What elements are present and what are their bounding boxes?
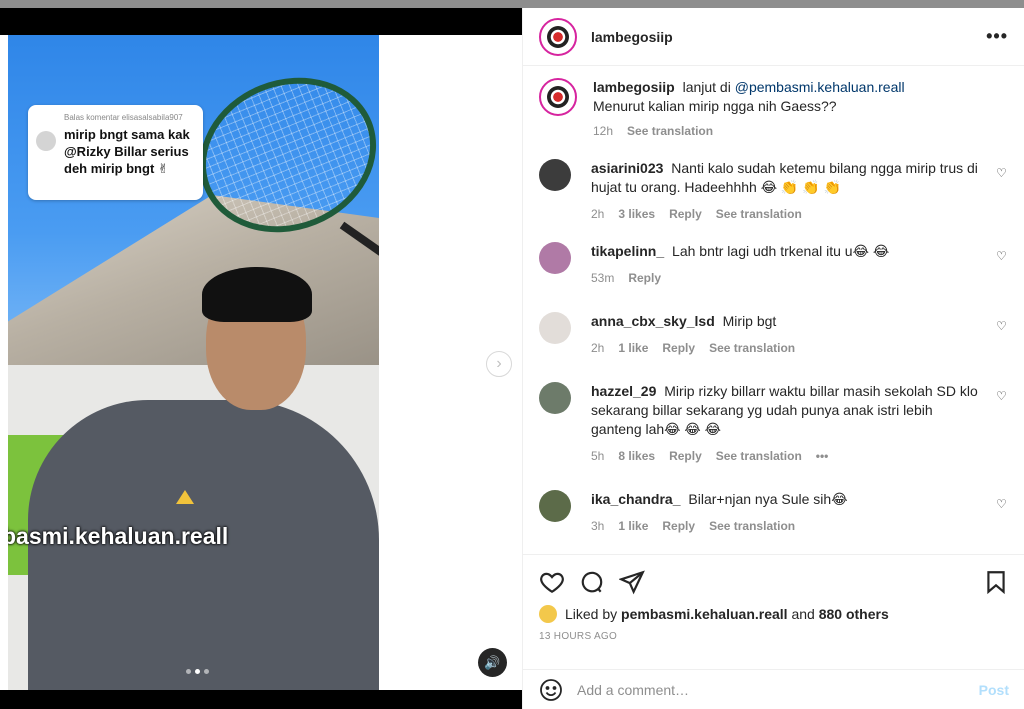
reply-button[interactable]: Reply [662, 339, 695, 358]
comment-item: anna_cbx_sky_lsd Mirip bgt 2h 1 like Rep… [539, 312, 1008, 358]
add-comment-bar: Post [523, 669, 1024, 709]
caption-username[interactable]: lambegosiip [593, 79, 675, 95]
comment-time: 2h [591, 207, 605, 221]
comments-list: lambegosiip lanjut di @pembasmi.kehaluan… [523, 66, 1024, 550]
comment-item: tikapelinn_ Lah bntr lagi udh trkenal it… [539, 242, 1008, 288]
next-media-button[interactable]: › [486, 351, 512, 377]
post-header: lambegosiip ••• [523, 8, 1024, 66]
like-comment-heart-icon[interactable]: ♡ [996, 320, 1008, 332]
post-timestamp: 13 HOURS AGO [539, 631, 618, 642]
like-comment-heart-icon[interactable]: ♡ [996, 498, 1008, 510]
comment-text: Bilar+njan nya Sule sih😂 [688, 491, 848, 507]
commenter-avatar[interactable] [539, 242, 571, 274]
translate-link[interactable]: See translation [716, 205, 802, 224]
comment-time: 53m [591, 271, 615, 285]
caption-translate-link[interactable]: See translation [627, 122, 713, 141]
reply-button[interactable]: Reply [669, 447, 702, 466]
comment-more-icon[interactable]: ••• [816, 447, 829, 466]
comment-time: 3h [591, 519, 605, 533]
comment-bubble-icon[interactable] [579, 569, 605, 595]
carousel-dot-active [195, 669, 200, 674]
comment-text: Mirip bgt [722, 313, 777, 329]
caption-text-2: Menurut kalian mirip ngga nih Gaess?? [593, 98, 837, 114]
add-comment-input[interactable] [577, 681, 979, 698]
comment-likes-link[interactable]: 1 like [618, 517, 648, 536]
comment-text: Lah bntr lagi udh trkenal itu u😂 😂 [672, 243, 890, 259]
comment-time: 2h [591, 341, 605, 355]
liker-avatar[interactable] [539, 605, 557, 623]
share-paper-plane-icon[interactable] [619, 569, 645, 595]
comment-username[interactable]: asiarini023 [591, 160, 663, 176]
post-comment-button[interactable]: Post [979, 682, 1009, 698]
commenter-avatar[interactable] [539, 382, 571, 414]
comment-item: ika_chandra_ Bilar+njan nya Sule sih😂 3h… [539, 490, 1008, 536]
likes-others-link[interactable]: 880 others [819, 606, 889, 622]
reply-comment-avatar [36, 131, 56, 151]
caption: lambegosiip lanjut di @pembasmi.kehaluan… [539, 78, 1008, 141]
commenter-avatar[interactable] [539, 490, 571, 522]
carousel-dot [204, 669, 209, 674]
comment-item: hazzel_29 Mirip rizky billarr waktu bill… [539, 382, 1008, 466]
reply-comment-header: Balas komentar elisasalsabila907 [64, 113, 183, 122]
post-side-panel: lambegosiip ••• lambegosiip lanjut di @p… [522, 8, 1024, 709]
author-username[interactable]: lambegosiip [591, 29, 673, 45]
translate-link[interactable]: See translation [716, 447, 802, 466]
emoji-smile-icon[interactable] [539, 678, 563, 702]
like-comment-heart-icon[interactable]: ♡ [996, 250, 1008, 262]
media-bottom-bar [0, 690, 522, 709]
comment-username[interactable]: ika_chandra_ [591, 491, 681, 507]
save-bookmark-icon[interactable] [983, 569, 1009, 595]
liker-username[interactable]: pembasmi.kehaluan.reall [621, 606, 788, 622]
caption-text: lanjut di [682, 79, 731, 95]
like-comment-heart-icon[interactable]: ♡ [996, 390, 1008, 402]
carousel-dot [186, 669, 191, 674]
reply-comment-card: Balas komentar elisasalsabila907 mirip b… [28, 105, 203, 200]
comment-likes-link[interactable]: 1 like [618, 339, 648, 358]
hair-image [202, 267, 312, 322]
comment-item: asiarini023 Nanti kalo sudah ketemu bila… [539, 159, 1008, 224]
comment-likes-link[interactable]: 3 likes [618, 205, 655, 224]
top-nav-strip [0, 0, 1024, 8]
commenter-avatar[interactable] [539, 159, 571, 191]
translate-link[interactable]: See translation [709, 517, 795, 536]
action-icons [539, 565, 1009, 599]
author-avatar[interactable] [539, 17, 577, 56]
caption-avatar[interactable] [539, 78, 577, 116]
reply-button[interactable]: Reply [662, 517, 695, 536]
more-options-icon[interactable]: ••• [986, 26, 1008, 47]
comment-username[interactable]: tikapelinn_ [591, 243, 664, 259]
carousel-dots [186, 669, 209, 674]
likes-prefix: Liked by [565, 606, 618, 622]
reply-button[interactable]: Reply [669, 205, 702, 224]
caption-time: 12h [593, 124, 614, 138]
comment-username[interactable]: hazzel_29 [591, 383, 656, 399]
commenter-avatar[interactable] [539, 312, 571, 344]
reply-button[interactable]: Reply [628, 269, 661, 288]
caption-mention-link[interactable]: @pembasmi.kehaluan.reall [735, 79, 905, 95]
post-video[interactable]: Balas komentar elisasalsabila907 mirip b… [8, 35, 379, 692]
sound-toggle-icon[interactable]: 🔊 [478, 648, 507, 677]
comment-time: 5h [591, 449, 605, 463]
likes-and: and [791, 606, 815, 622]
comment-username[interactable]: anna_cbx_sky_lsd [591, 313, 715, 329]
translate-link[interactable]: See translation [709, 339, 795, 358]
like-comment-heart-icon[interactable]: ♡ [996, 167, 1008, 179]
comment-likes-link[interactable]: 8 likes [618, 447, 655, 466]
video-watermark: basmi.kehaluan.reall [8, 523, 229, 549]
media-top-black [0, 8, 522, 35]
post-actions: Liked by pembasmi.kehaluan.reall and 880… [523, 554, 1024, 642]
likes-summary: Liked by pembasmi.kehaluan.reall and 880… [539, 605, 1009, 623]
like-heart-icon[interactable] [539, 569, 565, 595]
reply-comment-text: mirip bngt sama kak @Rizky Billar serius… [64, 127, 190, 176]
